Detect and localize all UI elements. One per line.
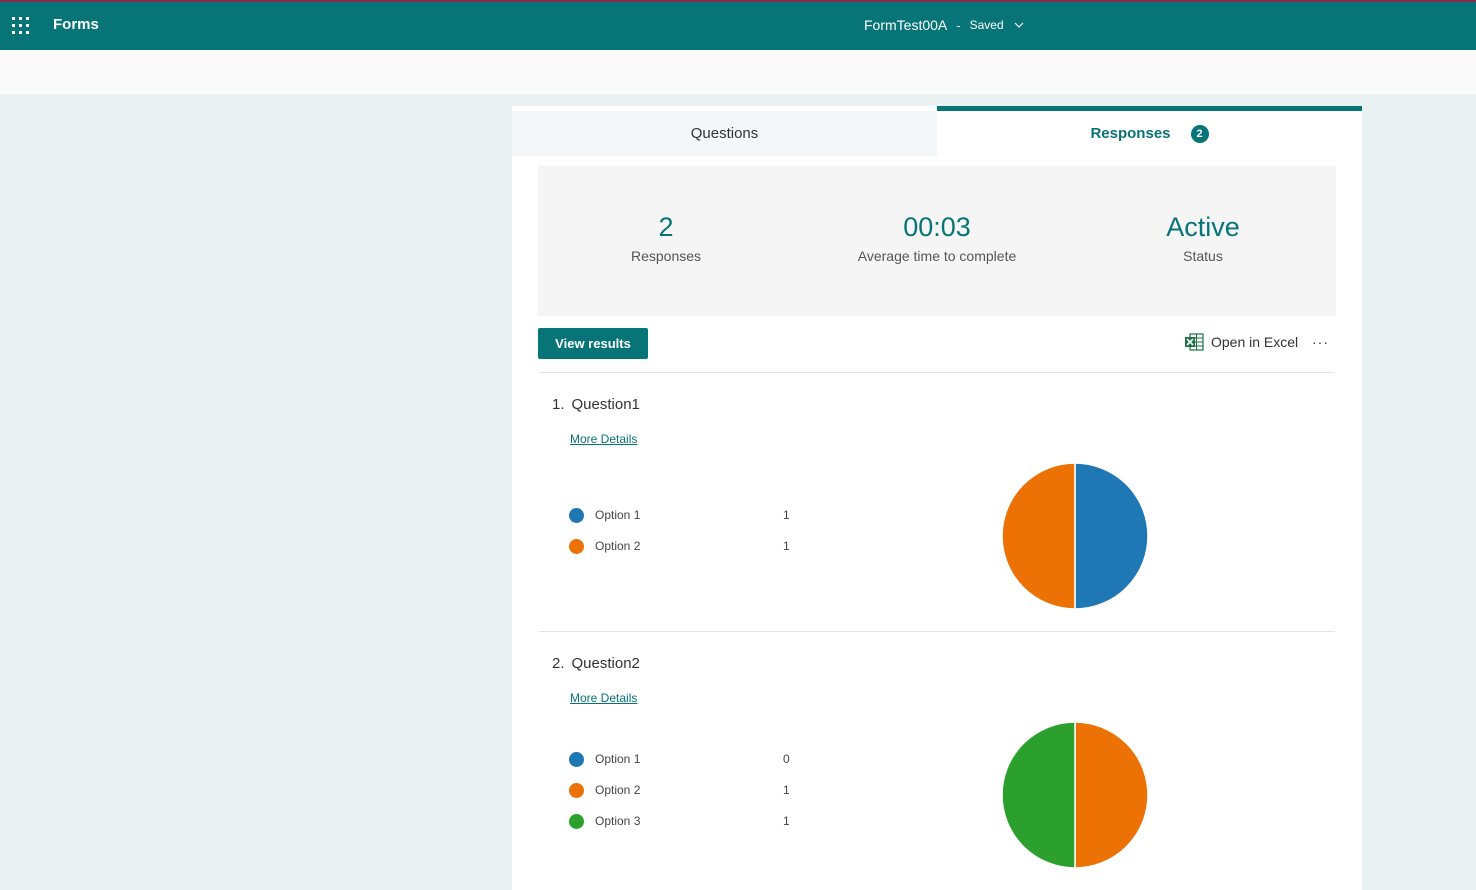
response-summary: 2 Responses 00:03 Average time to comple…: [538, 166, 1336, 316]
tab-questions[interactable]: Questions: [512, 111, 937, 156]
title-separator: -: [956, 17, 961, 33]
stat-average-time: 00:03 Average time to complete: [837, 212, 1037, 264]
question-number: 1.: [552, 396, 565, 413]
pie-slice-option-2[interactable]: [1074, 721, 1149, 869]
option-label: Option 1: [595, 752, 641, 766]
save-status: Saved: [969, 18, 1004, 32]
excel-icon: [1185, 333, 1204, 351]
command-bar: [0, 50, 1476, 94]
option-label: Option 3: [595, 814, 641, 828]
legend-dot: [569, 538, 584, 554]
document-title-menu[interactable]: FormTest00A - Saved: [864, 17, 1024, 33]
app-header: Forms FormTest00A - Saved: [0, 0, 1476, 50]
responses-count-badge: 2: [1190, 124, 1209, 143]
option-label: Option 2: [595, 539, 641, 553]
option-count: 1: [783, 783, 790, 797]
divider: [539, 631, 1335, 632]
legend-item: Option 3 1: [569, 812, 809, 830]
document-title: FormTest00A: [864, 17, 948, 33]
pie-slice-option-2[interactable]: [1001, 462, 1076, 610]
legend-dot: [569, 507, 584, 523]
option-label: Option 1: [595, 508, 641, 522]
stat-status: Active Status: [1142, 212, 1264, 264]
more-details-link[interactable]: More Details: [570, 691, 637, 705]
question1-pie-chart: [1001, 462, 1149, 610]
stat-responses: 2 Responses: [612, 212, 720, 264]
pie-slice-option-1[interactable]: [1074, 462, 1149, 610]
app-name[interactable]: Forms: [53, 16, 99, 33]
legend-item: Option 1 1: [569, 506, 809, 524]
legend-dot: [569, 813, 584, 829]
divider: [539, 372, 1335, 373]
tab-bar: Questions Responses 2: [512, 106, 1362, 156]
question2-pie-chart: [1001, 721, 1149, 869]
open-in-excel-label: Open in Excel: [1211, 334, 1299, 350]
chevron-down-icon: [1014, 22, 1024, 28]
tab-responses-label: Responses: [1090, 125, 1171, 142]
tab-responses[interactable]: Responses 2: [937, 106, 1362, 156]
legend-item: Option 2 1: [569, 537, 809, 555]
stat-average-time-label: Average time to complete: [857, 248, 1017, 264]
question-text: Question1: [571, 396, 640, 413]
stat-status-value: Active: [1166, 212, 1240, 242]
option-count: 1: [783, 539, 790, 553]
stat-responses-value: 2: [658, 212, 674, 242]
question-title: 1. Question1: [552, 396, 640, 413]
option-label: Option 2: [595, 783, 641, 797]
option-count: 0: [783, 752, 790, 766]
pie-slice-option-3[interactable]: [1001, 721, 1076, 869]
stat-average-time-value: 00:03: [903, 212, 971, 242]
legend-item: Option 2 1: [569, 781, 809, 799]
open-in-excel-button[interactable]: Open in Excel: [1184, 332, 1298, 352]
legend-dot: [569, 751, 584, 767]
more-details-link[interactable]: More Details: [570, 432, 637, 446]
question-text: Question2: [571, 655, 640, 672]
legend-dot: [569, 782, 584, 798]
more-options-icon[interactable]: ···: [1312, 334, 1329, 350]
option-count: 1: [783, 814, 790, 828]
tab-questions-label: Questions: [690, 125, 759, 142]
stat-responses-label: Responses: [630, 248, 702, 264]
responses-panel: Questions Responses 2 2 Responses 00:03 …: [512, 106, 1362, 890]
legend-item: Option 1 0: [569, 750, 809, 768]
question-number: 2.: [552, 655, 565, 672]
question-title: 2. Question2: [552, 655, 640, 672]
view-results-button[interactable]: View results: [538, 328, 648, 359]
stat-status-label: Status: [1183, 248, 1223, 264]
option-count: 1: [783, 508, 790, 522]
app-launcher-icon[interactable]: [12, 17, 29, 34]
